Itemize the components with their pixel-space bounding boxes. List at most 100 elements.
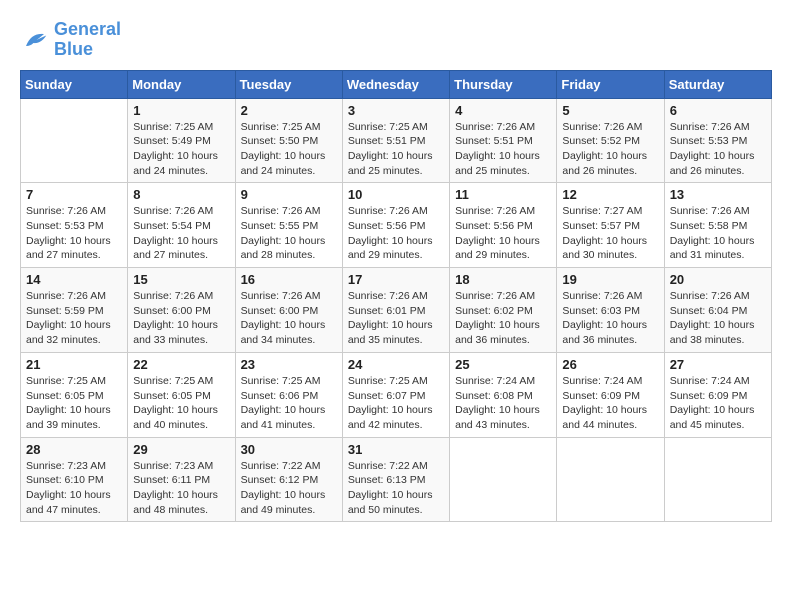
- calendar-cell: 20 Sunrise: 7:26 AM Sunset: 6:04 PM Dayli…: [664, 268, 771, 353]
- day-number: 28: [26, 442, 122, 457]
- day-header-wednesday: Wednesday: [342, 70, 449, 98]
- day-info: Sunrise: 7:23 AM Sunset: 6:11 PM Dayligh…: [133, 459, 229, 518]
- day-number: 15: [133, 272, 229, 287]
- day-info: Sunrise: 7:25 AM Sunset: 5:51 PM Dayligh…: [348, 120, 444, 179]
- day-number: 24: [348, 357, 444, 372]
- day-info: Sunrise: 7:26 AM Sunset: 5:52 PM Dayligh…: [562, 120, 658, 179]
- calendar-cell: 12 Sunrise: 7:27 AM Sunset: 5:57 PM Dayli…: [557, 183, 664, 268]
- day-number: 26: [562, 357, 658, 372]
- day-header-saturday: Saturday: [664, 70, 771, 98]
- day-info: Sunrise: 7:26 AM Sunset: 5:59 PM Dayligh…: [26, 289, 122, 348]
- calendar-cell: 26 Sunrise: 7:24 AM Sunset: 6:09 PM Dayli…: [557, 352, 664, 437]
- day-number: 27: [670, 357, 766, 372]
- calendar-week-1: 1 Sunrise: 7:25 AM Sunset: 5:49 PM Daylig…: [21, 98, 772, 183]
- day-number: 1: [133, 103, 229, 118]
- calendar-cell: 4 Sunrise: 7:26 AM Sunset: 5:51 PM Daylig…: [450, 98, 557, 183]
- day-number: 2: [241, 103, 337, 118]
- day-number: 11: [455, 187, 551, 202]
- calendar-cell: 14 Sunrise: 7:26 AM Sunset: 5:59 PM Dayli…: [21, 268, 128, 353]
- calendar-week-2: 7 Sunrise: 7:26 AM Sunset: 5:53 PM Daylig…: [21, 183, 772, 268]
- calendar-cell: 23 Sunrise: 7:25 AM Sunset: 6:06 PM Dayli…: [235, 352, 342, 437]
- calendar-cell: 24 Sunrise: 7:25 AM Sunset: 6:07 PM Dayli…: [342, 352, 449, 437]
- page-header: General Blue: [20, 20, 772, 60]
- day-number: 19: [562, 272, 658, 287]
- day-info: Sunrise: 7:22 AM Sunset: 6:13 PM Dayligh…: [348, 459, 444, 518]
- calendar-cell: 30 Sunrise: 7:22 AM Sunset: 6:12 PM Dayli…: [235, 437, 342, 522]
- day-number: 16: [241, 272, 337, 287]
- day-header-monday: Monday: [128, 70, 235, 98]
- calendar-week-3: 14 Sunrise: 7:26 AM Sunset: 5:59 PM Dayli…: [21, 268, 772, 353]
- calendar-cell: 10Sunrise: 7:26 AM Sunset: 5:56 PM Dayli…: [342, 183, 449, 268]
- logo: General Blue: [20, 20, 121, 60]
- day-info: Sunrise: 7:25 AM Sunset: 6:07 PM Dayligh…: [348, 374, 444, 433]
- day-info: Sunrise: 7:26 AM Sunset: 5:53 PM Dayligh…: [26, 204, 122, 263]
- day-number: 9: [241, 187, 337, 202]
- calendar-cell: [664, 437, 771, 522]
- day-number: 5: [562, 103, 658, 118]
- day-info: Sunrise: 7:23 AM Sunset: 6:10 PM Dayligh…: [26, 459, 122, 518]
- day-header-sunday: Sunday: [21, 70, 128, 98]
- calendar-cell: 5 Sunrise: 7:26 AM Sunset: 5:52 PM Daylig…: [557, 98, 664, 183]
- day-info: Sunrise: 7:26 AM Sunset: 6:04 PM Dayligh…: [670, 289, 766, 348]
- day-number: 31: [348, 442, 444, 457]
- calendar-cell: 31 Sunrise: 7:22 AM Sunset: 6:13 PM Dayli…: [342, 437, 449, 522]
- day-number: 22: [133, 357, 229, 372]
- day-number: 4: [455, 103, 551, 118]
- calendar-cell: [21, 98, 128, 183]
- day-info: Sunrise: 7:26 AM Sunset: 6:00 PM Dayligh…: [241, 289, 337, 348]
- calendar-cell: 2Sunrise: 7:25 AM Sunset: 5:50 PM Daylig…: [235, 98, 342, 183]
- calendar-cell: 22Sunrise: 7:25 AM Sunset: 6:05 PM Dayli…: [128, 352, 235, 437]
- calendar-cell: 25 Sunrise: 7:24 AM Sunset: 6:08 PM Dayli…: [450, 352, 557, 437]
- calendar-cell: 1 Sunrise: 7:25 AM Sunset: 5:49 PM Daylig…: [128, 98, 235, 183]
- day-number: 14: [26, 272, 122, 287]
- day-number: 18: [455, 272, 551, 287]
- calendar-header: SundayMondayTuesdayWednesdayThursdayFrid…: [21, 70, 772, 98]
- calendar-cell: 21Sunrise: 7:25 AM Sunset: 6:05 PM Dayli…: [21, 352, 128, 437]
- day-number: 25: [455, 357, 551, 372]
- calendar-week-4: 21Sunrise: 7:25 AM Sunset: 6:05 PM Dayli…: [21, 352, 772, 437]
- calendar-cell: 11 Sunrise: 7:26 AM Sunset: 5:56 PM Dayli…: [450, 183, 557, 268]
- day-number: 7: [26, 187, 122, 202]
- day-number: 23: [241, 357, 337, 372]
- calendar-cell: 13Sunrise: 7:26 AM Sunset: 5:58 PM Dayli…: [664, 183, 771, 268]
- day-info: Sunrise: 7:26 AM Sunset: 5:54 PM Dayligh…: [133, 204, 229, 263]
- day-info: Sunrise: 7:25 AM Sunset: 6:05 PM Dayligh…: [26, 374, 122, 433]
- day-info: Sunrise: 7:24 AM Sunset: 6:09 PM Dayligh…: [562, 374, 658, 433]
- day-info: Sunrise: 7:24 AM Sunset: 6:08 PM Dayligh…: [455, 374, 551, 433]
- calendar-body: 1 Sunrise: 7:25 AM Sunset: 5:49 PM Daylig…: [21, 98, 772, 522]
- day-number: 17: [348, 272, 444, 287]
- day-info: Sunrise: 7:26 AM Sunset: 6:02 PM Dayligh…: [455, 289, 551, 348]
- day-number: 12: [562, 187, 658, 202]
- day-info: Sunrise: 7:26 AM Sunset: 5:56 PM Dayligh…: [348, 204, 444, 263]
- day-header-friday: Friday: [557, 70, 664, 98]
- logo-icon: [20, 25, 50, 55]
- calendar-cell: 27 Sunrise: 7:24 AM Sunset: 6:09 PM Dayli…: [664, 352, 771, 437]
- day-header-tuesday: Tuesday: [235, 70, 342, 98]
- day-info: Sunrise: 7:25 AM Sunset: 6:06 PM Dayligh…: [241, 374, 337, 433]
- day-info: Sunrise: 7:26 AM Sunset: 5:56 PM Dayligh…: [455, 204, 551, 263]
- day-info: Sunrise: 7:22 AM Sunset: 6:12 PM Dayligh…: [241, 459, 337, 518]
- day-info: Sunrise: 7:26 AM Sunset: 6:01 PM Dayligh…: [348, 289, 444, 348]
- calendar-table: SundayMondayTuesdayWednesdayThursdayFrid…: [20, 70, 772, 523]
- calendar-cell: 9Sunrise: 7:26 AM Sunset: 5:55 PM Daylig…: [235, 183, 342, 268]
- calendar-cell: 29 Sunrise: 7:23 AM Sunset: 6:11 PM Dayli…: [128, 437, 235, 522]
- calendar-cell: 7 Sunrise: 7:26 AM Sunset: 5:53 PM Daylig…: [21, 183, 128, 268]
- calendar-cell: 19 Sunrise: 7:26 AM Sunset: 6:03 PM Dayli…: [557, 268, 664, 353]
- day-info: Sunrise: 7:26 AM Sunset: 5:58 PM Dayligh…: [670, 204, 766, 263]
- day-info: Sunrise: 7:27 AM Sunset: 5:57 PM Dayligh…: [562, 204, 658, 263]
- day-number: 30: [241, 442, 337, 457]
- calendar-cell: 15 Sunrise: 7:26 AM Sunset: 6:00 PM Dayli…: [128, 268, 235, 353]
- day-info: Sunrise: 7:26 AM Sunset: 5:53 PM Dayligh…: [670, 120, 766, 179]
- day-number: 3: [348, 103, 444, 118]
- day-number: 29: [133, 442, 229, 457]
- day-info: Sunrise: 7:26 AM Sunset: 6:00 PM Dayligh…: [133, 289, 229, 348]
- day-info: Sunrise: 7:25 AM Sunset: 5:49 PM Dayligh…: [133, 120, 229, 179]
- calendar-cell: 16 Sunrise: 7:26 AM Sunset: 6:00 PM Dayli…: [235, 268, 342, 353]
- day-info: Sunrise: 7:26 AM Sunset: 6:03 PM Dayligh…: [562, 289, 658, 348]
- day-info: Sunrise: 7:24 AM Sunset: 6:09 PM Dayligh…: [670, 374, 766, 433]
- calendar-week-5: 28 Sunrise: 7:23 AM Sunset: 6:10 PM Dayli…: [21, 437, 772, 522]
- calendar-cell: 28 Sunrise: 7:23 AM Sunset: 6:10 PM Dayli…: [21, 437, 128, 522]
- day-info: Sunrise: 7:26 AM Sunset: 5:51 PM Dayligh…: [455, 120, 551, 179]
- calendar-cell: 6Sunrise: 7:26 AM Sunset: 5:53 PM Daylig…: [664, 98, 771, 183]
- day-number: 20: [670, 272, 766, 287]
